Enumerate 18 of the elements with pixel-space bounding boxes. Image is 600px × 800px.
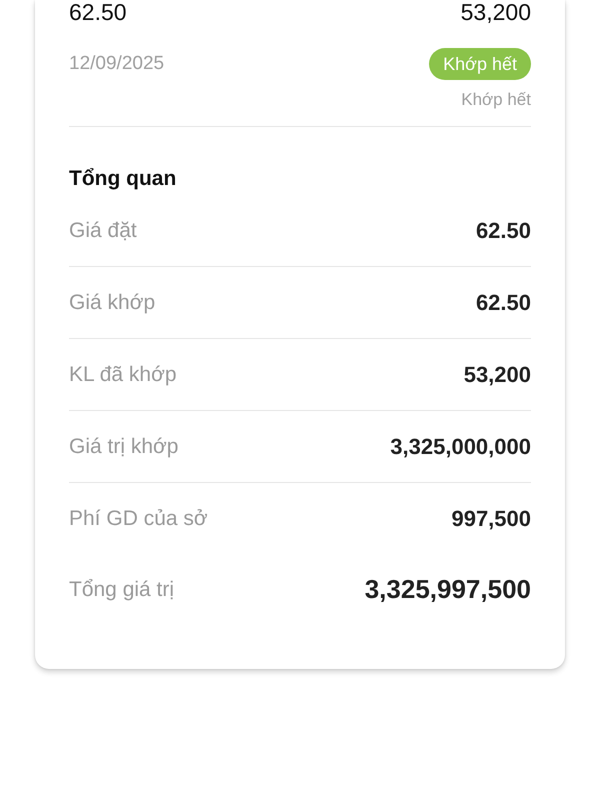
row-label: Giá đặt — [69, 218, 137, 242]
row-label: KL đã khớp — [69, 362, 177, 386]
row-value: 62.50 — [476, 218, 531, 244]
status-badge: Khớp hết — [429, 48, 531, 80]
price-text: 62.50 — [69, 0, 127, 24]
row-value: 53,200 — [464, 362, 531, 388]
section-title: Tổng quan — [69, 167, 176, 191]
row-value: 997,500 — [451, 506, 531, 532]
row-label: Giá khớp — [69, 290, 156, 314]
row-value: 3,325,997,500 — [364, 574, 531, 605]
quantity-text: 53,200 — [460, 0, 531, 24]
date-text: 12/09/2025 — [69, 53, 164, 75]
row-value: 3,325,000,000 — [390, 434, 531, 460]
row-label: Tổng giá trị — [69, 578, 174, 602]
row-label: Phí GD của sở — [69, 506, 208, 530]
row-label: Giá trị khớp — [69, 434, 178, 458]
row-value: 62.50 — [476, 290, 531, 316]
status-text: Khớp hết — [461, 90, 531, 110]
